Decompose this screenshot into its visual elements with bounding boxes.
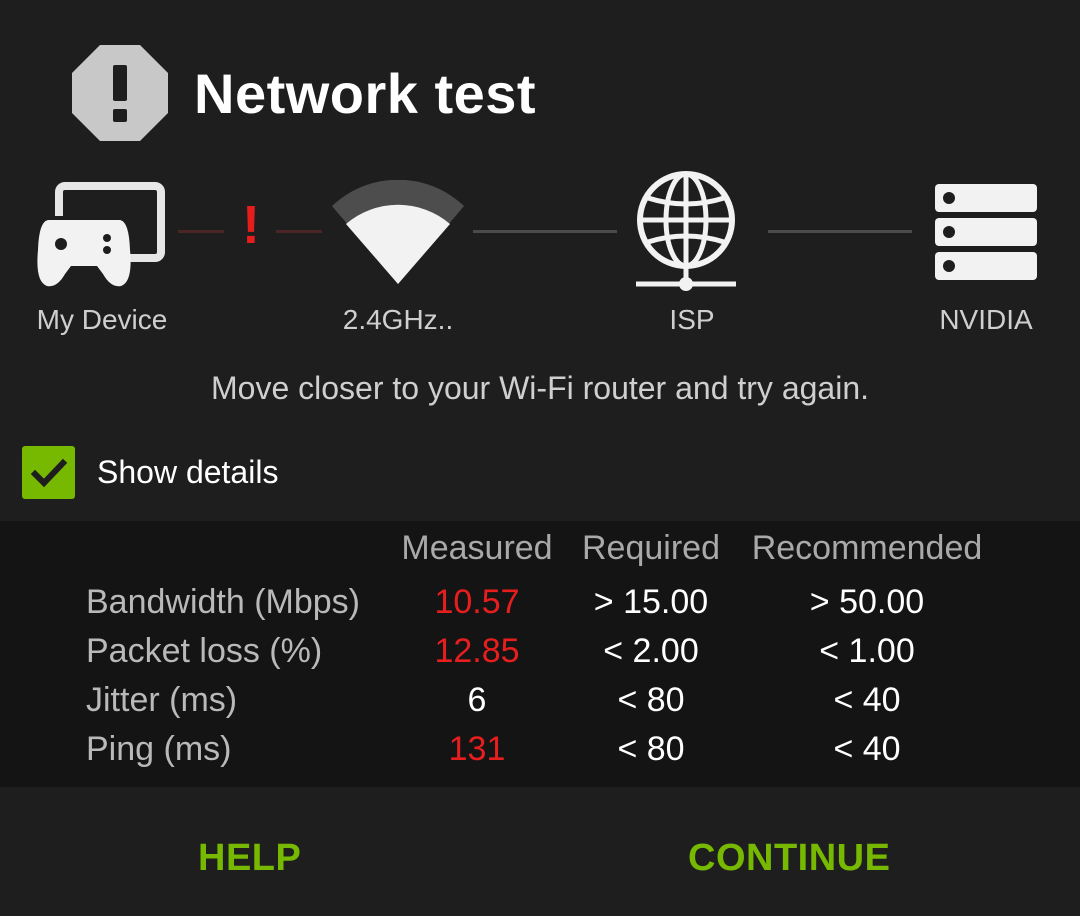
measured-packet-loss: 12.85 — [434, 632, 520, 670]
dialog-title: Network test — [194, 61, 537, 125]
required-packet-loss: < 2.00 — [603, 632, 699, 670]
link-device-wifi-left — [178, 230, 224, 233]
dialog-footer: HELP CONTINUE — [0, 787, 1080, 916]
header-required: Required — [582, 529, 720, 567]
checkmark-icon — [30, 458, 67, 487]
measured-jitter: 6 — [467, 681, 487, 719]
show-details-toggle[interactable]: Show details — [22, 446, 278, 499]
show-details-checkbox[interactable] — [22, 446, 75, 499]
continue-button[interactable]: CONTINUE — [688, 837, 890, 880]
node-nvidia: NVIDIA — [886, 170, 1080, 335]
dialog-header: Network test — [72, 44, 536, 142]
server-stack-icon — [935, 184, 1037, 280]
measured-ping: 131 — [448, 730, 506, 768]
globe-network-icon — [636, 171, 736, 291]
recommended-packet-loss: < 1.00 — [819, 632, 915, 670]
header-recommended: Recommended — [751, 529, 983, 567]
node-isp: ISP — [592, 170, 792, 335]
node-label-my-device: My Device — [36, 304, 168, 335]
warning-octagon-icon — [72, 45, 168, 141]
recommended-ping: < 40 — [833, 730, 901, 768]
row-label-bandwidth: Bandwidth (Mbps) — [86, 583, 361, 621]
required-ping: < 80 — [617, 730, 685, 768]
link-alert-icon: ! — [242, 195, 260, 255]
node-label-nvidia: NVIDIA — [939, 304, 1033, 335]
row-label-packet-loss: Packet loss (%) — [86, 632, 323, 670]
gamepad-cast-icon — [35, 182, 165, 287]
help-button[interactable]: HELP — [198, 837, 301, 880]
recommended-bandwidth: > 50.00 — [809, 583, 925, 621]
wifi-signal-icon — [332, 180, 464, 284]
node-label-isp: ISP — [669, 304, 715, 335]
recommended-jitter: < 40 — [833, 681, 901, 719]
node-my-device: My Device — [2, 170, 202, 335]
required-jitter: < 80 — [617, 681, 685, 719]
node-wifi: 2.4GHz.. — [298, 170, 498, 335]
network-test-dialog: Network test My Device ! 2.4GHz.. ISP NV… — [0, 0, 1080, 916]
network-path: My Device ! 2.4GHz.. ISP NVIDIA — [0, 170, 1080, 350]
row-label-ping: Ping (ms) — [86, 730, 232, 768]
details-table: Measured Required Recommended Bandwidth … — [0, 521, 1080, 787]
row-label-jitter: Jitter (ms) — [86, 681, 238, 719]
header-measured: Measured — [401, 529, 553, 567]
show-details-label[interactable]: Show details — [97, 454, 278, 491]
node-label-wifi: 2.4GHz.. — [342, 304, 454, 335]
measured-bandwidth: 10.57 — [434, 583, 520, 621]
advice-message: Move closer to your Wi-Fi router and try… — [210, 370, 869, 406]
required-bandwidth: > 15.00 — [593, 583, 709, 621]
